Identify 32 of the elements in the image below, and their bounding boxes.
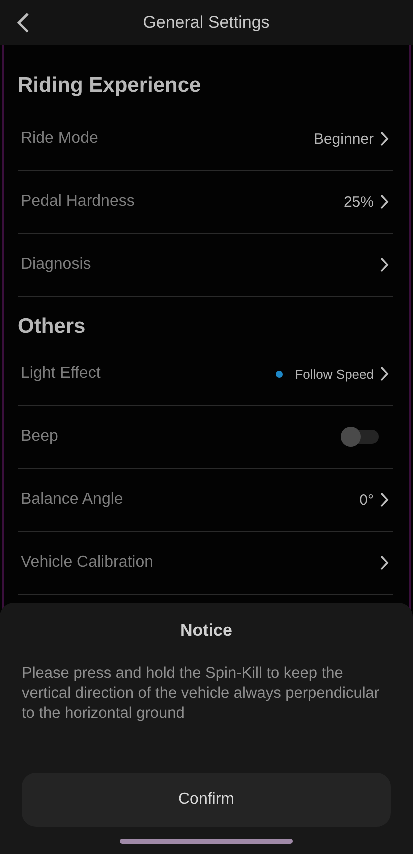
row-value: Beginner [314, 130, 374, 148]
page-title: General Settings [143, 12, 270, 32]
back-icon[interactable] [16, 12, 30, 34]
settings-row[interactable]: Balance Angle 0° [18, 469, 393, 532]
sheet-title: Notice [180, 621, 234, 641]
chevron-icon [380, 131, 389, 147]
settings-row[interactable]: Vehicle Calibration [18, 532, 393, 595]
settings-row[interactable]: Beep [18, 406, 393, 469]
chevron-icon [380, 555, 389, 571]
chevron-icon [380, 257, 389, 273]
settings-row[interactable]: Ride Mode Beginner [18, 108, 393, 171]
row-label: Beep [21, 428, 58, 446]
settings-row[interactable]: Diagnosis [18, 234, 393, 297]
notice-message: Please press and hold the Spin-Kill to keep the vertical direction of the vehicle always perpendicular to the horizontal ground [22, 664, 381, 724]
row-value: 25% [344, 194, 374, 210]
section-title: Riding Experience [18, 73, 202, 99]
section-title: Others [18, 314, 87, 340]
confirm-button[interactable]: Confirm [22, 773, 391, 827]
row-label: Vehicle Calibration [21, 554, 154, 572]
row-value: 0° [360, 492, 374, 508]
row-label: Pedal Hardness [21, 193, 135, 211]
toggle-switch[interactable] [341, 430, 379, 444]
row-label: Diagnosis [21, 256, 92, 274]
settings-row[interactable]: Light Effect Follow Speed [18, 343, 393, 406]
row-label: Light Effect [21, 365, 101, 383]
row-value: Follow Speed [295, 366, 374, 382]
chevron-icon [380, 194, 389, 210]
chevron-icon [380, 366, 389, 382]
row-label: Balance Angle [21, 491, 124, 509]
row-label: Ride Mode [21, 130, 98, 148]
chevron-icon [380, 492, 389, 508]
settings-row[interactable]: Pedal Hardness 25% [18, 171, 393, 234]
